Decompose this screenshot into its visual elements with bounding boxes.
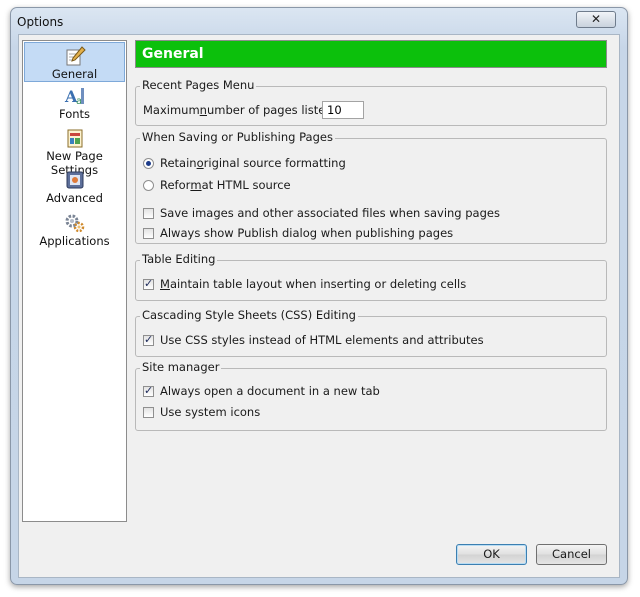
- sidebar-item-general[interactable]: General: [24, 42, 125, 82]
- open-new-tab-checkbox[interactable]: Always open a document in a new tab: [143, 383, 380, 399]
- sidebar-item-label: General: [51, 67, 98, 81]
- radio-button[interactable]: [143, 179, 154, 191]
- reformat-html-radio[interactable]: Refor m at HTML source: [143, 177, 291, 193]
- gears-icon: [65, 214, 84, 233]
- use-css-checkbox[interactable]: Use CSS styles instead of HTML elements …: [143, 332, 484, 348]
- recent-pages-group: Recent Pages Menu Maximum n umber of page…: [135, 78, 607, 126]
- group-legend: Site manager: [140, 360, 222, 374]
- group-legend: Table Editing: [140, 252, 218, 266]
- group-legend: When Saving or Publishing Pages: [140, 130, 335, 144]
- retain-formatting-radio[interactable]: Retain o riginal source formatting: [143, 155, 346, 171]
- checkbox[interactable]: [143, 227, 154, 239]
- table-editing-group: Table Editing Maintain table layout when…: [135, 252, 607, 301]
- panel-header: General: [135, 40, 607, 68]
- checkbox[interactable]: [143, 384, 154, 397]
- system-icons-checkbox[interactable]: Use system icons: [143, 404, 260, 420]
- site-manager-group: Site manager Always open a document in a…: [135, 360, 607, 431]
- max-pages-input[interactable]: [322, 101, 364, 119]
- sidebar-item-label: Fonts: [58, 107, 91, 121]
- new-page-icon: [67, 129, 82, 148]
- css-editing-group: Cascading Style Sheets (CSS) Editing Use…: [135, 308, 607, 357]
- category-list: General A a Fonts New Page Settings Adva…: [22, 40, 127, 522]
- group-legend: Cascading Style Sheets (CSS) Editing: [140, 308, 358, 322]
- options-dialog: Options ✕ General A a Fonts New Page Set…: [10, 7, 628, 585]
- cancel-button[interactable]: Cancel: [536, 544, 607, 565]
- advanced-icon: [66, 171, 83, 189]
- ok-button[interactable]: OK: [456, 544, 527, 565]
- checkbox[interactable]: [143, 333, 154, 346]
- radio-button[interactable]: [143, 157, 154, 169]
- close-button[interactable]: ✕: [576, 11, 616, 28]
- panel-title: General: [142, 46, 204, 62]
- fonts-icon: A a: [64, 87, 84, 107]
- max-pages-label: Maximum n umber of pages listed:: [143, 103, 337, 117]
- pen-paper-icon: [66, 46, 86, 66]
- group-legend: Recent Pages Menu: [140, 78, 257, 92]
- save-images-checkbox[interactable]: Save images and other associated files w…: [143, 205, 500, 221]
- sidebar-item-label: Advanced: [46, 191, 103, 205]
- publish-dialog-checkbox[interactable]: Always show Publish dialog when publishi…: [143, 225, 453, 241]
- maintain-table-layout-checkbox[interactable]: Maintain table layout when inserting or …: [143, 276, 466, 292]
- checkbox[interactable]: [143, 406, 154, 418]
- saving-group: When Saving or Publishing Pages Retain o…: [135, 130, 607, 244]
- sidebar-item-fonts[interactable]: A a Fonts: [24, 85, 125, 125]
- sidebar-item-label: Applications: [39, 234, 110, 248]
- close-icon: ✕: [590, 12, 602, 26]
- checkbox[interactable]: [143, 207, 154, 219]
- sidebar-item-new-page-settings[interactable]: New Page Settings: [24, 127, 125, 177]
- checkbox[interactable]: [143, 277, 154, 290]
- title-bar[interactable]: Options ✕: [11, 8, 627, 34]
- sidebar-item-advanced[interactable]: Advanced: [24, 169, 125, 209]
- window-title: Options: [17, 15, 64, 29]
- sidebar-item-applications[interactable]: Applications: [24, 212, 125, 252]
- dialog-client-area: General A a Fonts New Page Settings Adva…: [18, 34, 620, 578]
